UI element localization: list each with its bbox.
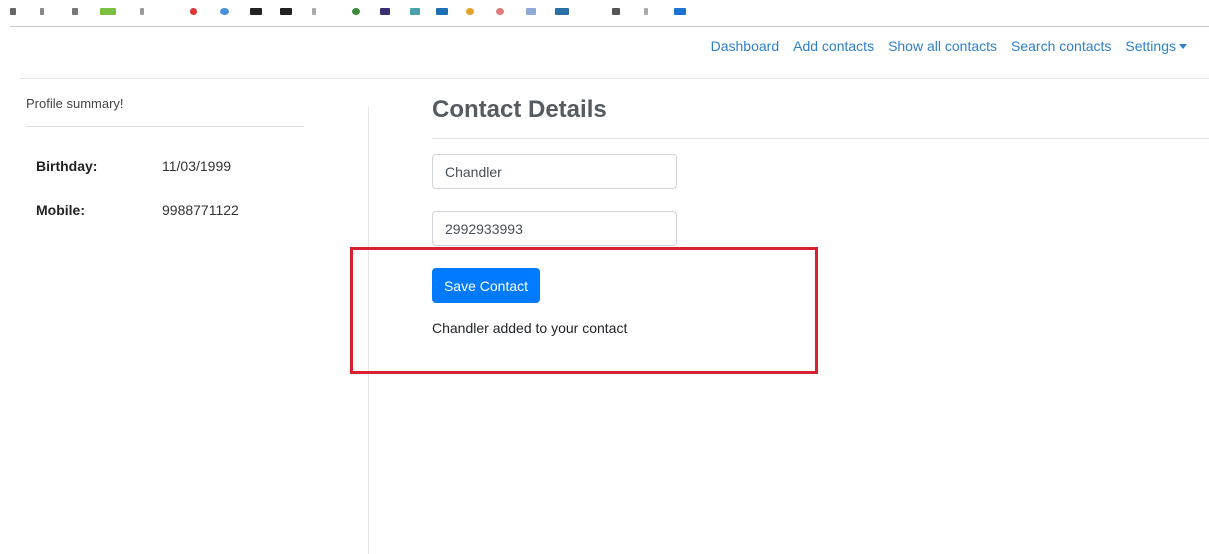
profile-summary-panel: Profile summary! Birthday: 11/03/1999 Mo…	[26, 96, 304, 218]
bookmarks-bar	[0, 0, 700, 16]
bookmark-icon[interactable]	[526, 8, 536, 15]
bookmark-icon[interactable]	[280, 8, 292, 15]
bookmark-icon[interactable]	[466, 8, 474, 15]
bookmark-icon[interactable]	[40, 8, 44, 15]
mobile-value: 9988771122	[162, 202, 239, 218]
nav-link-add-contacts[interactable]: Add contacts	[793, 38, 874, 54]
contacts-app-page: Dashboard Add contacts Show all contacts…	[0, 0, 1209, 554]
nav-link-search-contacts[interactable]: Search contacts	[1011, 38, 1111, 54]
toolbar-divider	[10, 26, 1209, 27]
birthday-label: Birthday:	[36, 158, 98, 174]
bookmark-icon[interactable]	[496, 8, 504, 15]
top-navbar: Dashboard Add contacts Show all contacts…	[711, 36, 1187, 56]
status-message: Chandler added to your contact	[432, 320, 628, 336]
bookmark-icon[interactable]	[190, 8, 197, 15]
profile-summary-title: Profile summary!	[26, 96, 124, 111]
contact-phone-input[interactable]	[432, 211, 677, 246]
bookmark-icon[interactable]	[674, 8, 686, 15]
bookmark-icon[interactable]	[612, 8, 620, 15]
nav-link-dashboard[interactable]: Dashboard	[711, 38, 780, 54]
contact-name-input[interactable]	[432, 154, 677, 189]
bookmark-icon[interactable]	[644, 8, 648, 15]
bookmark-icon[interactable]	[352, 8, 360, 15]
caret-down-icon	[1179, 44, 1187, 49]
bookmark-icon[interactable]	[72, 8, 78, 15]
bookmark-icon[interactable]	[555, 8, 569, 15]
bookmark-icon[interactable]	[436, 8, 448, 15]
nav-link-show-all-contacts[interactable]: Show all contacts	[888, 38, 997, 54]
settings-label: Settings	[1125, 38, 1176, 54]
bookmark-icon[interactable]	[410, 8, 420, 15]
bookmark-icon[interactable]	[380, 8, 390, 15]
save-contact-button[interactable]: Save Contact	[432, 268, 540, 303]
sidebar-divider	[26, 126, 304, 127]
birthday-value: 11/03/1999	[162, 158, 232, 174]
highlight-annotation-box	[350, 247, 818, 374]
bookmark-icon[interactable]	[312, 8, 316, 15]
bookmark-icon[interactable]	[100, 8, 116, 15]
mobile-label: Mobile:	[36, 202, 85, 218]
navbar-divider	[20, 78, 1209, 79]
bookmark-icon[interactable]	[220, 8, 229, 15]
title-divider	[432, 138, 1209, 139]
settings-dropdown[interactable]: Settings	[1125, 38, 1187, 54]
bookmark-icon[interactable]	[250, 8, 262, 15]
page-title: Contact Details	[432, 96, 607, 123]
bookmark-icon[interactable]	[10, 8, 16, 15]
bookmark-icon[interactable]	[140, 8, 144, 15]
